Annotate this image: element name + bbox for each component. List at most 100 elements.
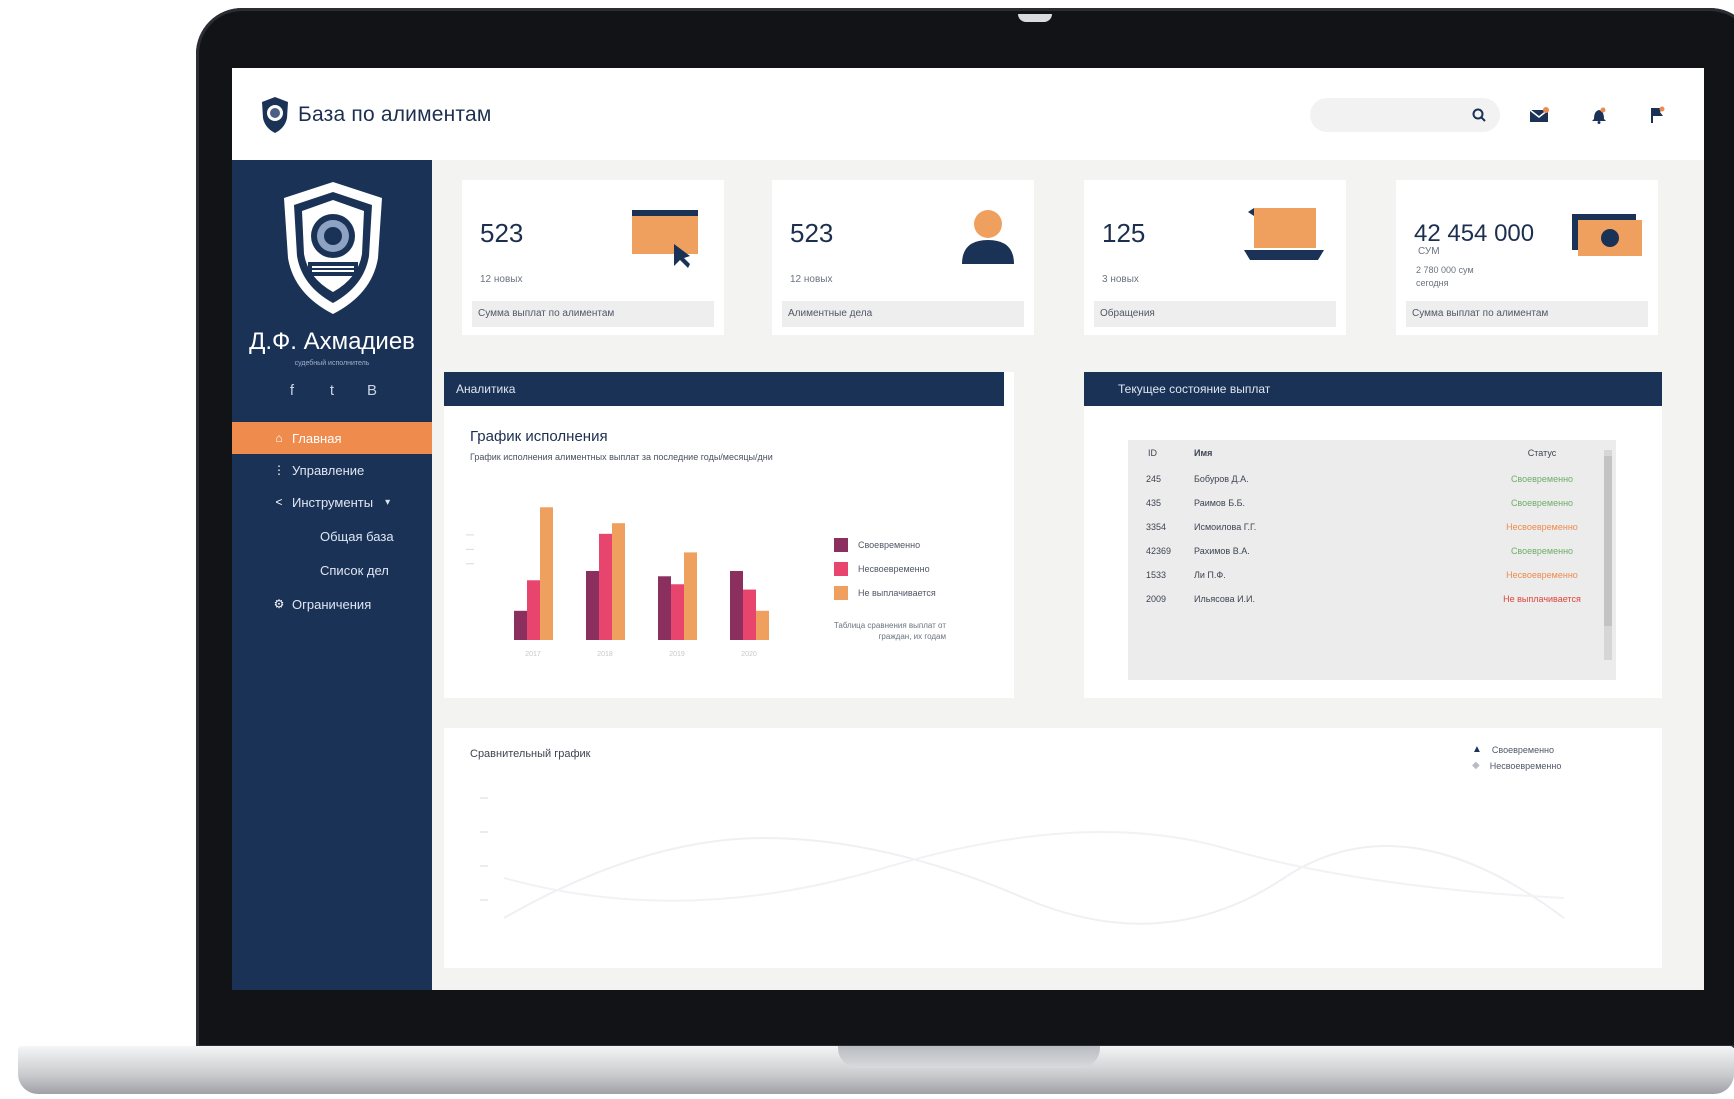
cell-id: 42369 xyxy=(1146,546,1172,556)
cell-id: 3354 xyxy=(1146,522,1167,532)
stat-card-cases[interactable]: 523 12 новых Алиментные дела xyxy=(772,180,1034,335)
settings-icon: ⚙ xyxy=(273,597,285,611)
share-icon: ⋮ xyxy=(273,463,285,477)
status-badge: Своевременно xyxy=(1510,546,1574,556)
twitter-link[interactable]: t xyxy=(322,382,342,399)
social-links: f t B xyxy=(282,382,382,399)
stat-footer: Сумма выплат по алиментам xyxy=(1406,301,1648,327)
bar[interactable] xyxy=(527,580,540,640)
bar[interactable] xyxy=(612,523,625,640)
bar[interactable] xyxy=(514,610,527,640)
cell-name: Бобуров Д.А. xyxy=(1194,474,1249,484)
stat-footer: Обращения xyxy=(1094,301,1336,327)
home-icon: ⌂ xyxy=(275,431,283,445)
column-header-id: ID xyxy=(1148,448,1157,458)
cell-name: Ильясова И.И. xyxy=(1194,594,1256,604)
stat-footer: Сумма выплат по алиментам xyxy=(472,301,714,327)
comparison-panel: Сравнительный график ▲ Своевременно ◆ Не… xyxy=(444,728,1662,968)
stat-extra: 2 780 000 сум сегодня xyxy=(1416,265,1474,288)
camera-notch xyxy=(1018,14,1052,22)
table-row[interactable]: 3354 Исмоилова Г.Г. Несвоевременно xyxy=(1128,516,1598,540)
cell-name: Раимов Б.Б. xyxy=(1194,498,1246,508)
nav-label: Общая база xyxy=(320,528,394,544)
nav-item-case-list[interactable]: Список дел xyxy=(232,554,432,586)
nav-label: Ограничения xyxy=(292,596,372,612)
stat-sub: 3 новых xyxy=(1102,274,1139,285)
bar[interactable] xyxy=(540,507,553,640)
x-tick-label: 2019 xyxy=(669,651,685,658)
bell-icon[interactable] xyxy=(1588,104,1610,126)
nav-item-restrictions[interactable]: ⚙ Ограничения xyxy=(232,588,432,620)
scrollbar-thumb[interactable] xyxy=(1604,456,1612,626)
bar[interactable] xyxy=(743,589,756,640)
stat-card-requests[interactable]: 125 3 новых Обращения xyxy=(1084,180,1346,335)
legend-label: Несвоевременно xyxy=(858,564,930,574)
vk-link[interactable]: B xyxy=(362,382,382,399)
bar[interactable] xyxy=(658,576,671,640)
stat-value: 125 xyxy=(1102,218,1146,248)
laptop-base-notch xyxy=(838,1046,1100,1068)
legend-item: ◆ Несвоевременно xyxy=(1472,760,1561,771)
nav-item-management[interactable]: ⋮ Управление xyxy=(232,454,432,486)
status-badge: Несвоевременно xyxy=(1506,570,1578,580)
status-badge: Своевременно xyxy=(1510,474,1574,484)
stat-card-payments[interactable]: 523 12 новых Сумма выплат по алиментам xyxy=(462,180,724,335)
nav-item-home[interactable]: ⌂ Главная xyxy=(232,422,432,454)
stat-value: 42 454 000 xyxy=(1414,220,1535,247)
payments-header: Текущее состояние выплат xyxy=(1084,372,1662,406)
payments-table: ID Имя Статус 245 Бобуров Д.А. Своевременн… xyxy=(1128,440,1616,680)
bar[interactable] xyxy=(599,533,612,640)
brand[interactable]: База по алиментам xyxy=(260,96,492,134)
user-icon xyxy=(962,210,1014,264)
bar-chart: 2017 2018 2019 2020 xyxy=(466,507,769,658)
table-row[interactable]: 42369 Рахимов В.А. Своевременно xyxy=(1128,540,1598,564)
mail-icon[interactable] xyxy=(1528,104,1550,126)
cell-name: Рахимов В.А. xyxy=(1194,546,1250,556)
bar[interactable] xyxy=(671,584,684,640)
bar[interactable] xyxy=(756,610,769,640)
tools-icon: < xyxy=(275,495,283,509)
cell-name: Исмоилова Г.Г. xyxy=(1194,522,1257,532)
emblem-icon xyxy=(284,182,382,314)
facebook-link[interactable]: f xyxy=(282,382,302,399)
nav-label: Главная xyxy=(292,430,342,446)
diamond-icon: ◆ xyxy=(1472,760,1480,771)
top-bar: База по алиментам xyxy=(232,68,1704,160)
nav-item-tools[interactable]: < Инструменты ▾ xyxy=(232,486,432,518)
laptop-icon xyxy=(1244,208,1324,260)
bar[interactable] xyxy=(586,570,599,640)
legend-swatch xyxy=(834,538,848,552)
search-icon[interactable] xyxy=(1468,104,1490,126)
money-icon xyxy=(1572,214,1642,256)
stat-currency: СУМ xyxy=(1418,246,1440,257)
x-tick-label: 2017 xyxy=(525,651,541,658)
table-row[interactable]: 1533 Ли П.Ф. Несвоевременно xyxy=(1128,564,1598,588)
table-scrollbar[interactable] xyxy=(1604,450,1612,660)
table-row[interactable]: 245 Бобуров Д.А. Своевременно xyxy=(1128,468,1598,492)
app-title: База по алиментам xyxy=(298,103,492,126)
cell-id: 2009 xyxy=(1146,594,1167,604)
bar[interactable] xyxy=(684,552,697,640)
legend-swatch xyxy=(834,562,848,576)
legend-label: Не выплачивается xyxy=(858,588,936,598)
nav-label: Инструменты xyxy=(292,494,374,510)
comparison-title: Сравнительный график xyxy=(470,748,591,760)
shield-logo-icon xyxy=(262,97,288,133)
x-tick-label: 2018 xyxy=(597,651,613,658)
legend-label: Своевременно xyxy=(858,540,921,550)
series-line-late xyxy=(503,831,1565,902)
status-badge: Своевременно xyxy=(1510,498,1574,508)
monitor-icon xyxy=(632,210,698,268)
cell-name: Ли П.Ф. xyxy=(1194,570,1226,580)
table-row[interactable]: 2009 Ильясова И.И. Не выплачивается xyxy=(1128,588,1598,612)
stat-card-amount[interactable]: 42 454 000 СУМ 2 780 000 сум сегодня Сум… xyxy=(1396,180,1658,335)
bar[interactable] xyxy=(730,570,743,640)
analytics-header: Аналитика xyxy=(444,372,1004,406)
chart-title: График исполнения xyxy=(470,428,608,445)
user-name: Д.Ф. Ахмадиев xyxy=(249,328,415,355)
legend-label: Несвоевременно xyxy=(1489,760,1562,771)
flag-icon[interactable] xyxy=(1646,104,1668,126)
nav-item-general-base[interactable]: Общая база xyxy=(232,520,432,552)
comparison-line-chart xyxy=(480,797,1565,925)
table-row[interactable]: 435 Раимов Б.Б. Своевременно xyxy=(1128,492,1598,516)
